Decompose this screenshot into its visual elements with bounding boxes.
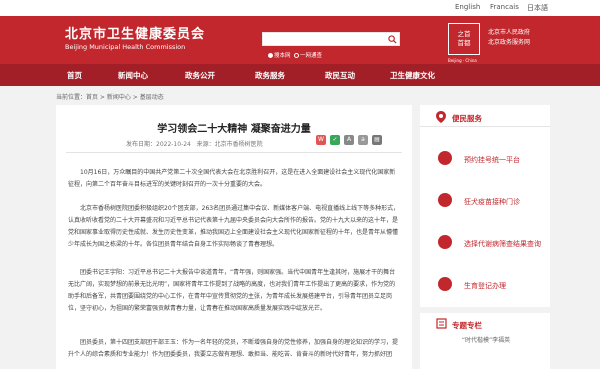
article-title: 学习领会二十大精神 凝聚奋进力量 [157,124,311,135]
article-paragraph: 团员委员，第十四团支部团干部王玉：作为一名年轻的党员，不断增强自身的党性修养，加… [68,339,399,358]
site-name-cn[interactable]: 北京市卫生健康委员会 [65,23,205,42]
nav-home[interactable]: 首页 [67,70,82,81]
top-bar: English Francais 日本語 [0,0,600,16]
breadcrumb: 当前位置：首页 > 新闻中心 > 基层动态 [56,92,550,103]
share-wechat-icon[interactable]: ✓ [330,135,340,145]
nav-news[interactable]: 新闻中心 [118,70,148,81]
breadcrumb-path[interactable]: 首页 > 新闻中心 > 基层动态 [86,94,164,101]
calendar-icon [438,151,452,165]
article-paragraph: 团委书记王宇阳：习近平总书记二十大报告中谈道青年，“青年强，则国家强。当代中国青… [68,269,396,312]
service-sidebar: 便民服务 预约挂号统一平台 狂犬疫苗接种门诊 选择代谢病筛查结果查询 生育登记办… [420,105,550,307]
breadcrumb-label: 当前位置： [56,94,87,101]
nav-culture[interactable]: 卫生健康文化 [390,70,435,81]
font-small-icon[interactable]: a [358,135,368,145]
sidebar-header: 便民服务 [420,105,550,127]
search-icon[interactable] [388,35,397,44]
special-card[interactable]: “时代楷模”李福英 [438,335,534,347]
share-weibo-icon[interactable]: W [316,135,326,145]
sidebar-item-label: 选择代谢病筛查结果查询 [464,240,541,248]
radio-all-icon[interactable] [294,53,300,58]
emblem-sub: Beijing · China [448,58,477,63]
sidebar-item-appointment[interactable]: 预约挂号统一平台 [420,147,550,175]
bookmark-icon [436,318,447,329]
emblem-text-1: 之首 [457,30,471,38]
article-meta: 发布日期：2022-10-24 来源：北京市香杨树医院 [126,139,263,148]
article-panel: 学习领会二十大精神 凝聚奋进力量 发布日期：2022-10-24 来源：北京市香… [56,105,412,369]
site-name-en: Beijing Municipal Health Commission [65,43,186,51]
sidebar-item-label: 狂犬疫苗接种门诊 [464,198,520,206]
print-icon[interactable]: ▤ [372,135,382,145]
syringe-icon [438,193,452,207]
sidebar-item-label: 预约挂号统一平台 [464,156,520,164]
gov-link[interactable]: 北京市人民政府 [488,28,530,38]
article-paragraph: 10月16日，万众瞩目的中国共产党第二十次全国代表大会在北京胜利召开，这是在进入… [68,169,396,188]
article-source: 来源：北京市香杨树医院 [196,141,263,148]
lang-french-link[interactable]: Francais [490,3,519,11]
service-link[interactable]: 北京政务服务网 [488,38,530,48]
nav-gov-service[interactable]: 政务服务 [255,70,285,81]
radio-site-label[interactable]: 搜本网 [274,53,291,59]
sidebar-item-rabies[interactable]: 狂犬疫苗接种门诊 [420,189,550,217]
search-scope: 搜本网 一网通查 [268,51,322,59]
search-document-icon [438,235,452,249]
radio-all-label[interactable]: 一网通查 [300,53,322,59]
lang-english-link[interactable]: English [455,3,480,11]
article-paragraph: 北京市香杨树医院团委积极组织20个团支部，263名团员通过集中会议、新媒体客户端… [68,205,400,248]
divider [66,152,402,153]
nav-gov-info[interactable]: 政务公开 [185,70,215,81]
sidebar-item-birth[interactable]: 生育登记办理 [420,273,550,301]
radio-site-icon[interactable] [268,53,273,58]
nav-interaction[interactable]: 政民互动 [325,70,355,81]
beijing-emblem[interactable]: 之首 首都 [448,23,480,55]
lang-japanese-link[interactable]: 日本語 [527,3,548,13]
special-title: 专题专栏 [452,321,482,330]
article-date: 发布日期：2022-10-24 [126,141,191,148]
sidebar-item-screening[interactable]: 选择代谢病筛查结果查询 [420,231,550,259]
special-column: 专题专栏 “时代楷模”李福英 [420,313,550,369]
sidebar-title: 便民服务 [452,114,482,123]
main-nav: 首页 新闻中心 政务公开 政务服务 政民互动 卫生健康文化 [0,64,600,86]
search-input[interactable] [262,32,400,46]
site-header: 北京市卫生健康委员会 Beijing Municipal Health Comm… [0,16,600,64]
baby-icon [438,277,452,291]
font-large-icon[interactable]: A [344,135,354,145]
sidebar-item-label: 生育登记办理 [464,282,506,290]
location-pin-icon [436,111,446,123]
emblem-text-2: 首都 [457,39,471,47]
header-links: 北京市人民政府 北京政务服务网 [488,28,530,48]
